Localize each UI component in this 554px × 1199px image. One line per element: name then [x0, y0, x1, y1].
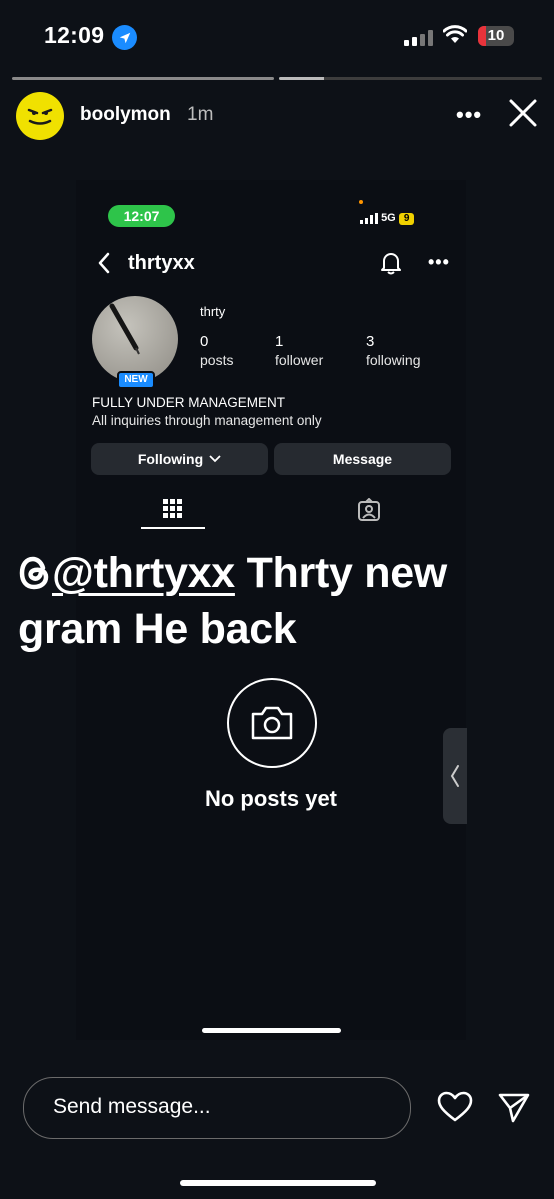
bell-icon[interactable] [380, 251, 402, 280]
profile-avatar[interactable] [92, 296, 178, 382]
screenshot-status-time: 12:07 [108, 205, 175, 227]
heart-icon[interactable] [437, 1091, 473, 1128]
following-button[interactable]: Following [91, 443, 268, 475]
screenshot-signal-icon [360, 212, 378, 224]
grid-icon[interactable] [163, 499, 183, 524]
status-time: 12:09 [44, 22, 105, 48]
stat-following-label[interactable]: following [366, 352, 420, 368]
tagged-icon[interactable] [357, 497, 381, 527]
chevron-left-icon[interactable] [443, 728, 467, 824]
screenshot-home-indicator [202, 1028, 341, 1033]
avatar[interactable] [16, 92, 64, 140]
chevron-down-icon [209, 455, 221, 463]
message-button[interactable]: Message [274, 443, 451, 475]
screenshot-status-right: 5G 9 [360, 212, 415, 225]
mention-text: @thrtyxx [52, 549, 235, 597]
home-indicator [180, 1180, 376, 1186]
screenshot-battery: 9 [398, 213, 415, 225]
following-button-label: Following [137, 451, 204, 467]
send-icon[interactable] [497, 1091, 531, 1130]
profile-handle: thrtyxx [128, 252, 195, 274]
battery-icon: 10 [478, 26, 514, 46]
close-icon[interactable] [508, 98, 538, 133]
bio-line-1: FULLY UNDER MANAGEMENT [92, 395, 286, 410]
story-progress-current [279, 77, 542, 80]
bio-line-2: All inquiries through management only [92, 413, 322, 428]
wifi-icon [442, 25, 468, 50]
story-caption: @thrtyxx Thrty new gram He back [18, 545, 538, 657]
story-age: 1m [187, 104, 214, 125]
message-button-label: Message [332, 451, 393, 467]
stat-posts-count: 0 [200, 333, 209, 350]
new-badge: NEW [117, 371, 155, 389]
battery-level: 10 [487, 27, 505, 44]
signal-icon [404, 30, 434, 46]
stat-followers-count[interactable]: 1 [275, 333, 283, 350]
more-icon[interactable]: ••• [456, 102, 482, 128]
threads-icon [19, 556, 49, 590]
stat-followers-label[interactable]: follower [275, 352, 323, 368]
mention-link[interactable]: @thrtyxx [18, 549, 235, 597]
screenshot-mic-indicator [359, 200, 363, 204]
send-message-placeholder: Send message... [53, 1095, 211, 1118]
empty-state-text: No posts yet [204, 786, 338, 811]
back-icon[interactable] [97, 252, 111, 279]
location-icon [112, 25, 137, 50]
tab-active-indicator [141, 527, 205, 529]
story-username[interactable]: boolymon [80, 104, 171, 126]
smiley-avatar-icon [18, 94, 62, 138]
stat-following-count[interactable]: 3 [366, 333, 374, 350]
stat-posts-label: posts [200, 352, 234, 368]
screenshot-net: 5G [381, 212, 396, 224]
story-progress-complete [12, 77, 274, 80]
profile-more-icon[interactable]: ••• [428, 252, 450, 273]
pen-photo-icon [109, 303, 140, 355]
profile-display-name: thrty [200, 304, 226, 319]
camera-icon [227, 678, 317, 768]
